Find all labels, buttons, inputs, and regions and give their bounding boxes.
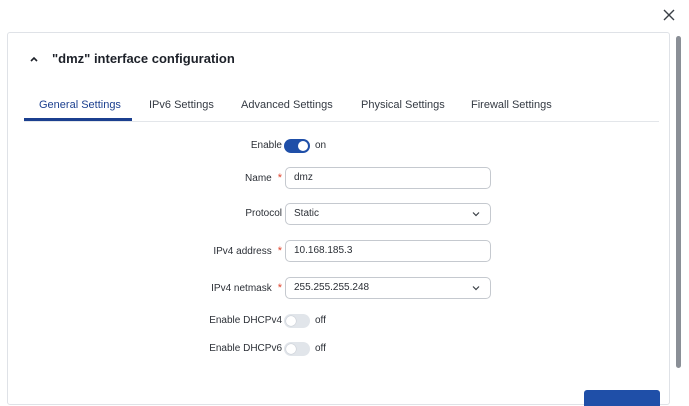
dhcpv6-row: Enable DHCPv6 off	[8, 337, 671, 361]
dhcpv4-toggle[interactable]	[284, 314, 310, 328]
tab-advanced-settings[interactable]: Advanced Settings	[241, 91, 333, 119]
scrollbar[interactable]	[676, 36, 681, 368]
required-marker: *	[277, 172, 282, 184]
enable-state-text: on	[315, 140, 327, 151]
protocol-select[interactable]: Static	[285, 203, 491, 225]
tab-bar: General Settings IPv6 Settings Advanced …	[24, 91, 659, 122]
dhcpv4-row: Enable DHCPv4 off	[8, 309, 671, 333]
ipv4-netmask-value: 255.255.255.248	[294, 282, 370, 293]
protocol-row: Protocol Static	[8, 202, 671, 226]
close-icon	[663, 9, 675, 21]
ipv4-netmask-row: IPv4 netmask * 255.255.255.248	[8, 276, 671, 300]
interface-config-panel: "dmz" interface configuration General Se…	[7, 32, 671, 406]
dhcpv6-state-text: off	[315, 343, 326, 354]
toggle-knob	[286, 316, 296, 326]
name-input[interactable]: dmz	[285, 167, 491, 189]
chevron-down-icon	[472, 284, 480, 292]
name-row: Name * dmz	[8, 166, 671, 190]
section-title: "dmz" interface configuration	[52, 51, 235, 66]
ipv4-netmask-label: IPv4 netmask *	[211, 282, 282, 294]
dhcpv4-state-text: off	[315, 315, 326, 326]
enable-label: Enable	[250, 140, 282, 151]
tab-ipv6-settings[interactable]: IPv6 Settings	[149, 91, 214, 119]
ipv4-address-input[interactable]: 10.168.185.3	[285, 240, 491, 262]
enable-toggle[interactable]	[284, 139, 310, 153]
chevron-up-icon	[28, 53, 40, 65]
ipv4-address-row: IPv4 address * 10.168.185.3	[8, 239, 671, 263]
section-header[interactable]: "dmz" interface configuration	[28, 51, 235, 66]
close-button[interactable]	[659, 5, 679, 25]
tab-general-settings[interactable]: General Settings	[39, 91, 121, 119]
enable-row: Enable on	[8, 134, 671, 158]
toggle-knob	[298, 141, 308, 151]
tab-physical-settings[interactable]: Physical Settings	[361, 91, 445, 119]
ipv4-address-label: IPv4 address *	[213, 245, 282, 257]
required-marker: *	[277, 282, 282, 294]
protocol-label: Protocol	[245, 208, 282, 219]
chevron-down-icon	[472, 210, 480, 218]
save-button[interactable]	[584, 390, 660, 406]
active-tab-indicator	[24, 118, 132, 121]
required-marker: *	[277, 245, 282, 257]
name-label: Name *	[245, 172, 282, 184]
dhcpv6-toggle[interactable]	[284, 342, 310, 356]
toggle-knob	[286, 344, 296, 354]
tab-firewall-settings[interactable]: Firewall Settings	[471, 91, 552, 119]
ipv4-netmask-select[interactable]: 255.255.255.248	[285, 277, 491, 299]
dhcpv6-label: Enable DHCPv6	[209, 343, 282, 354]
dhcpv4-label: Enable DHCPv4	[209, 315, 282, 326]
protocol-value: Static	[294, 208, 320, 219]
